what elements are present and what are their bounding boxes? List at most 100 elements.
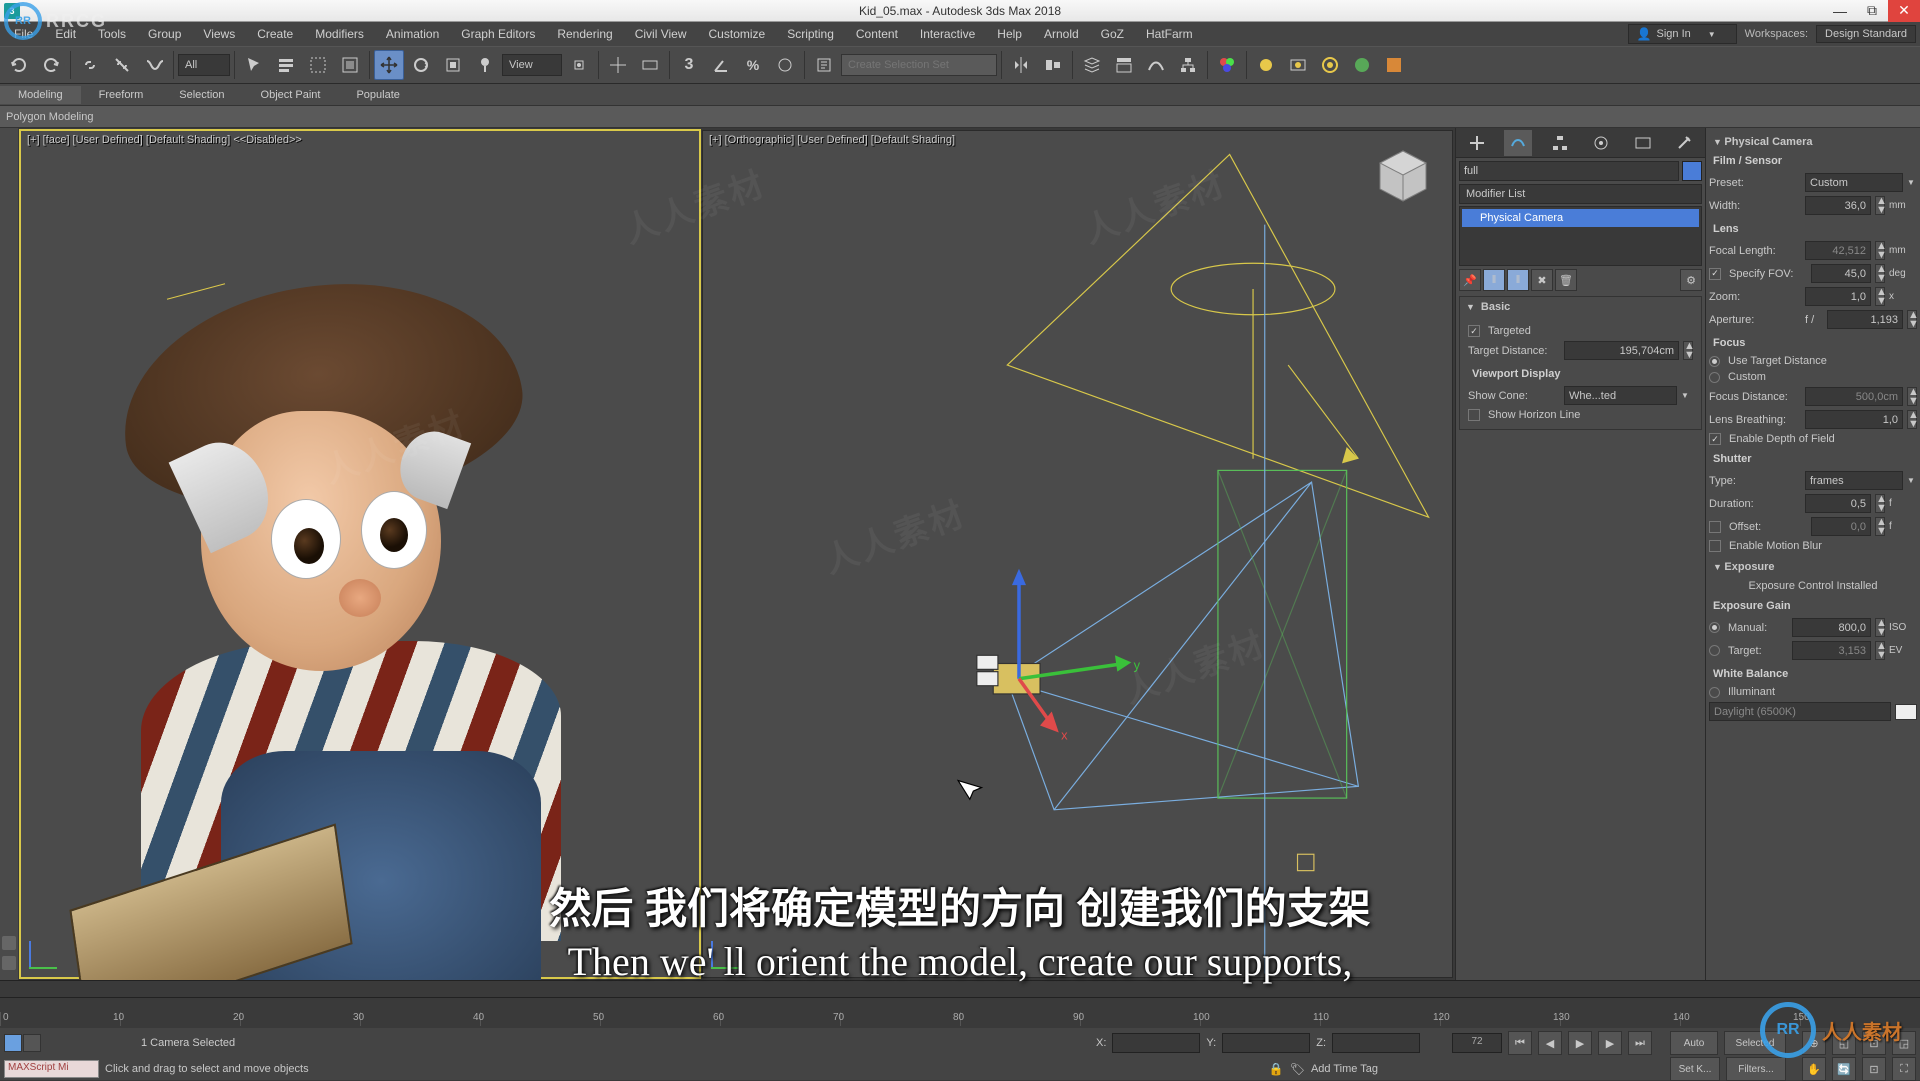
menu-animation[interactable]: Animation: [376, 23, 449, 45]
preset-dropdown[interactable]: Custom: [1805, 173, 1903, 192]
keymode-button[interactable]: [23, 1034, 41, 1052]
viewport-face[interactable]: [+] [face] [User Defined] [Default Shadi…: [20, 130, 700, 978]
select-place-button[interactable]: [470, 50, 500, 80]
curve-editor-button[interactable]: [1141, 50, 1171, 80]
motion-blur-checkbox[interactable]: [1709, 540, 1721, 552]
minimize-button[interactable]: —: [1824, 0, 1856, 22]
menu-customize[interactable]: Customize: [699, 23, 776, 45]
utilities-tab[interactable]: [1670, 130, 1698, 156]
motion-tab[interactable]: [1587, 130, 1615, 156]
show-cone-dropdown[interactable]: Whe...ted: [1564, 386, 1677, 405]
keymode-button[interactable]: [4, 1034, 22, 1052]
current-frame-input[interactable]: 72: [1452, 1033, 1502, 1053]
edit-selection-set-button[interactable]: [809, 50, 839, 80]
enable-dof-checkbox[interactable]: ✓: [1709, 433, 1721, 445]
goto-start-button[interactable]: ⏮: [1508, 1031, 1532, 1055]
close-button[interactable]: ✕: [1888, 0, 1920, 22]
redo-button[interactable]: [36, 50, 66, 80]
named-selection-input[interactable]: [841, 54, 997, 76]
lens-breathing-input[interactable]: 1,0: [1805, 410, 1903, 429]
use-target-distance-radio[interactable]: [1709, 356, 1720, 367]
render-production-button[interactable]: [1315, 50, 1345, 80]
use-center-button[interactable]: [564, 50, 594, 80]
menu-interactive[interactable]: Interactive: [910, 23, 985, 45]
menu-rendering[interactable]: Rendering: [547, 23, 622, 45]
aperture-input[interactable]: 1,193: [1827, 310, 1903, 329]
custom-focus-radio[interactable]: [1709, 372, 1720, 383]
open-autodesk-button[interactable]: [1379, 50, 1409, 80]
specify-fov-checkbox[interactable]: ✓: [1709, 268, 1721, 280]
tab-populate[interactable]: Populate: [338, 86, 417, 104]
menu-help[interactable]: Help: [987, 23, 1032, 45]
remove-modifier-button[interactable]: ✖: [1531, 269, 1553, 291]
nav-icon[interactable]: ✋: [1802, 1057, 1826, 1081]
layer-explorer-button[interactable]: [1077, 50, 1107, 80]
select-scale-button[interactable]: [438, 50, 468, 80]
zoom-spinner[interactable]: ▲▼: [1875, 287, 1885, 306]
offset-checkbox[interactable]: [1709, 521, 1721, 533]
prev-frame-button[interactable]: ◀: [1538, 1031, 1562, 1055]
add-time-tag[interactable]: Add Time Tag: [1311, 1063, 1378, 1075]
create-tab[interactable]: [1463, 130, 1491, 156]
window-crossing-button[interactable]: [335, 50, 365, 80]
illuminant-radio[interactable]: [1709, 687, 1720, 698]
menu-views[interactable]: Views: [193, 23, 245, 45]
show-end-result-button[interactable]: ‖: [1483, 269, 1505, 291]
keyfilters-button[interactable]: Filters...: [1726, 1057, 1786, 1081]
lock-icon[interactable]: 🔒: [1269, 1062, 1284, 1076]
manipulate-button[interactable]: [603, 50, 633, 80]
toggle-ribbon-button[interactable]: [1109, 50, 1139, 80]
x-coord-input[interactable]: [1112, 1033, 1200, 1053]
duration-spinner[interactable]: ▲▼: [1875, 494, 1885, 513]
menu-group[interactable]: Group: [138, 23, 191, 45]
rect-select-button[interactable]: [303, 50, 333, 80]
menu-create[interactable]: Create: [247, 23, 303, 45]
show-horizon-checkbox[interactable]: [1468, 409, 1480, 421]
align-button[interactable]: [1038, 50, 1068, 80]
hierarchy-tab[interactable]: [1546, 130, 1574, 156]
display-tab[interactable]: [1629, 130, 1657, 156]
viewcube[interactable]: [1368, 143, 1438, 213]
menu-modifiers[interactable]: Modifiers: [305, 23, 374, 45]
y-coord-input[interactable]: [1222, 1033, 1310, 1053]
duration-input[interactable]: 0,5: [1805, 494, 1871, 513]
select-by-name-button[interactable]: [271, 50, 301, 80]
tab-selection[interactable]: Selection: [161, 86, 242, 104]
fov-input[interactable]: 45,0: [1811, 264, 1871, 283]
autokey-button[interactable]: Auto: [1670, 1031, 1718, 1055]
lefttab-icon[interactable]: [2, 936, 16, 950]
menu-scripting[interactable]: Scripting: [777, 23, 844, 45]
schematic-view-button[interactable]: [1173, 50, 1203, 80]
stack-item-physical-camera[interactable]: Physical Camera: [1462, 209, 1699, 227]
viewport-left-label[interactable]: [+] [face] [User Defined] [Default Shadi…: [27, 134, 302, 146]
modifier-list-dropdown[interactable]: Modifier List: [1459, 184, 1702, 204]
goto-end-button[interactable]: ⏭: [1628, 1031, 1652, 1055]
render-frame-button[interactable]: [1283, 50, 1313, 80]
modifier-stack[interactable]: Physical Camera: [1459, 206, 1702, 266]
tag-icon[interactable]: 🏷: [1290, 1062, 1305, 1076]
configure-button[interactable]: ⚙: [1680, 269, 1702, 291]
rollout-basic-header[interactable]: ▼Basic: [1460, 297, 1701, 317]
white-balance-swatch[interactable]: [1895, 704, 1917, 720]
make-unique-button[interactable]: ‖: [1507, 269, 1529, 291]
tab-modeling[interactable]: Modeling: [0, 86, 81, 104]
shutter-type-dropdown[interactable]: frames: [1805, 471, 1903, 490]
target-distance-spinner[interactable]: ▲▼: [1683, 341, 1693, 360]
select-rotate-button[interactable]: [406, 50, 436, 80]
width-spinner[interactable]: ▲▼: [1875, 196, 1885, 215]
menu-goz[interactable]: GoZ: [1091, 23, 1134, 45]
select-object-button[interactable]: [239, 50, 269, 80]
tab-freeform[interactable]: Freeform: [81, 86, 162, 104]
selection-filter-dropdown[interactable]: All: [178, 54, 230, 76]
time-slider[interactable]: [0, 980, 1920, 998]
angle-snap-button[interactable]: [706, 50, 736, 80]
viewport-orthographic[interactable]: [+] [Orthographic] [User Defined] [Defau…: [702, 130, 1453, 978]
maximize-button[interactable]: ⧉: [1856, 0, 1888, 22]
menu-grapheditors[interactable]: Graph Editors: [451, 23, 545, 45]
render-online-button[interactable]: [1347, 50, 1377, 80]
signin-button[interactable]: 👤Sign In▼: [1628, 24, 1737, 44]
workspaces-dropdown[interactable]: Design Standard: [1816, 25, 1916, 43]
menu-content[interactable]: Content: [846, 23, 908, 45]
next-frame-button[interactable]: ▶: [1598, 1031, 1622, 1055]
pin-stack-button[interactable]: 📌: [1459, 269, 1481, 291]
